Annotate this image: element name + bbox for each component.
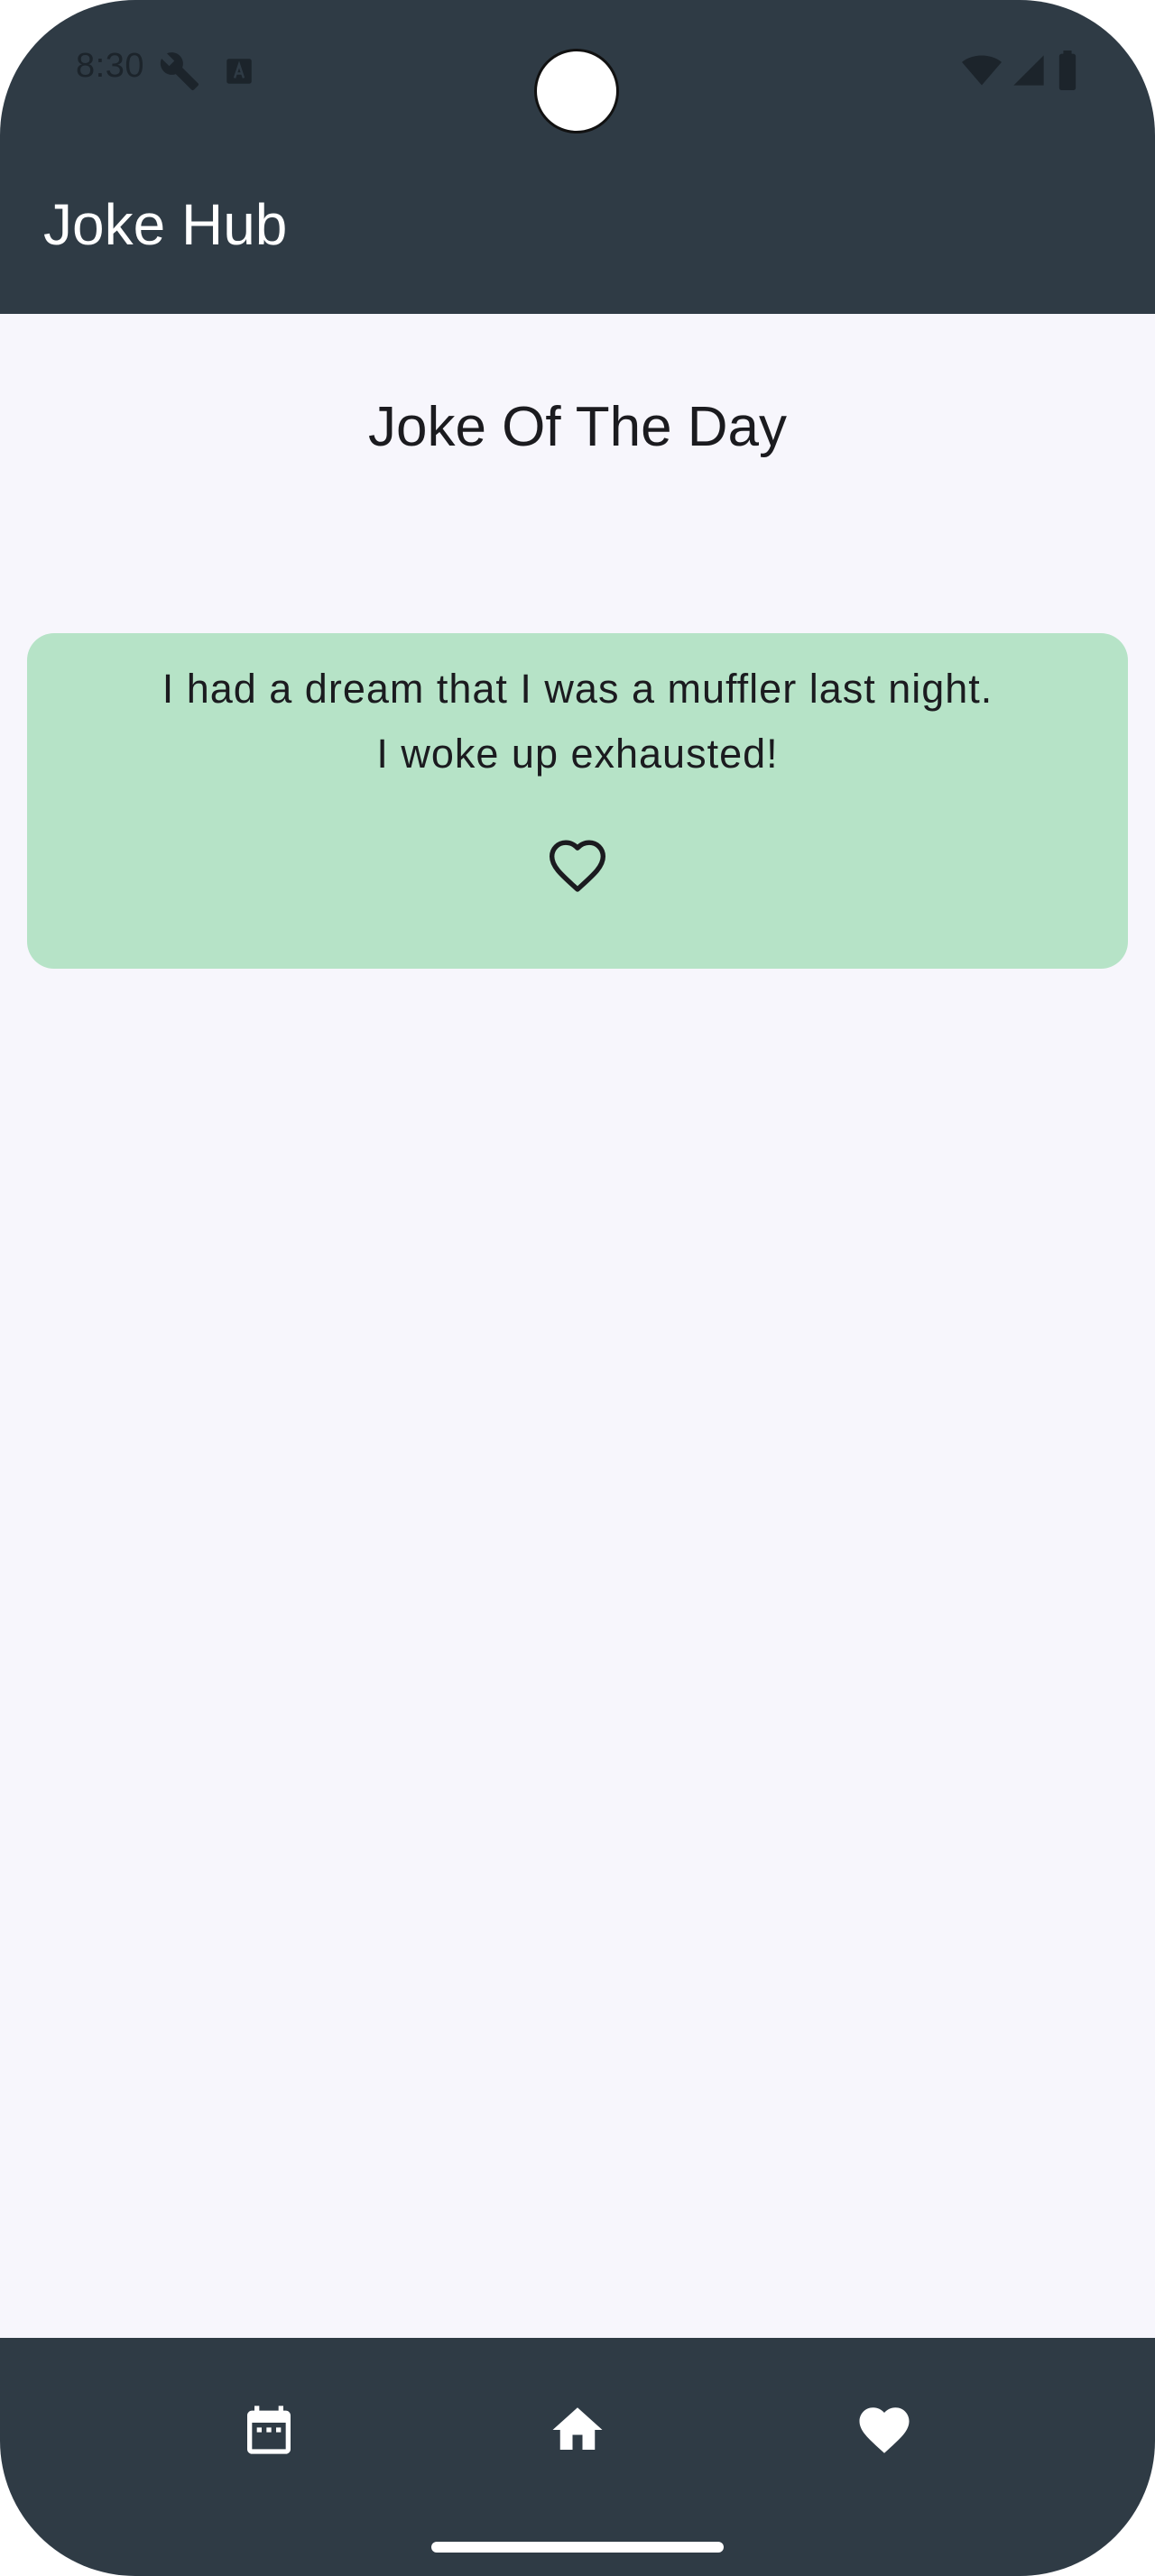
gesture-home-indicator[interactable] (431, 2542, 724, 2553)
wifi-icon (962, 55, 1002, 86)
device-screen: 8:30 Joke Hub Joke Of The Day I had a dr… (0, 0, 1155, 2576)
joke-card: I had a dream that I was a muffler last … (27, 633, 1128, 969)
heart-outline-icon[interactable] (547, 837, 608, 898)
bottom-navigation (0, 2338, 1155, 2576)
nav-item-favorites[interactable] (848, 2394, 920, 2466)
keyboard-a-icon (226, 59, 252, 84)
status-bar: 8:30 (0, 0, 1155, 141)
heart-icon (859, 2407, 910, 2453)
status-time: 8:30 (76, 47, 144, 85)
nav-item-home[interactable] (541, 2394, 614, 2466)
joke-text-line-2: I woke up exhausted! (376, 731, 779, 777)
joke-text-line-1: I had a dream that I was a muffler last … (162, 666, 993, 712)
calendar-icon (247, 2406, 291, 2454)
top-app-bar: 8:30 Joke Hub (0, 0, 1155, 314)
nav-item-calendar[interactable] (233, 2394, 305, 2466)
camera-cutout (534, 49, 619, 133)
wrench-icon (160, 52, 199, 91)
status-icons (962, 51, 1079, 90)
signal-icon (1013, 55, 1044, 86)
app-title: Joke Hub (43, 192, 288, 257)
section-title: Joke Of The Day (367, 396, 788, 458)
battery-icon (1058, 51, 1076, 90)
home-icon (552, 2407, 603, 2450)
